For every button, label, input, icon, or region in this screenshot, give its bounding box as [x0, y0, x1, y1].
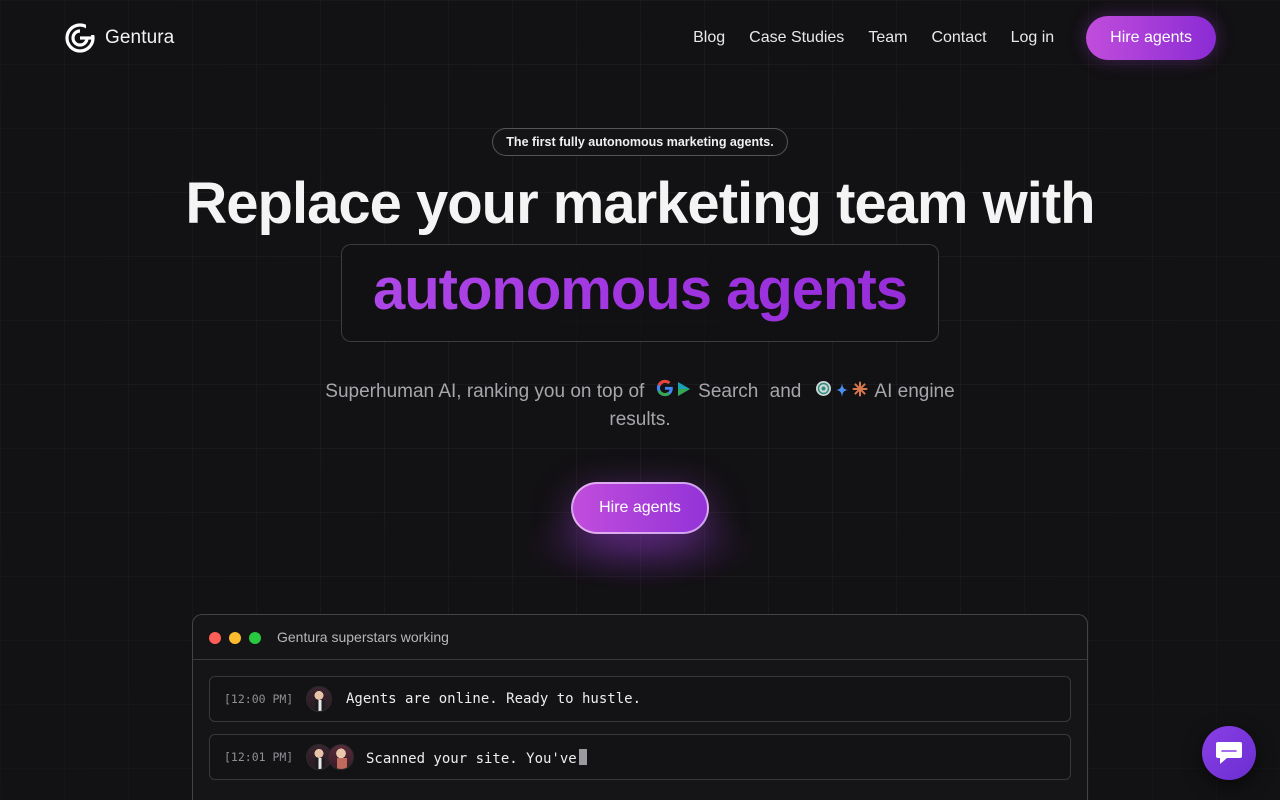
- log-message: Agents are online. Ready to hustle.: [346, 691, 642, 707]
- hero-hire-agents-button[interactable]: Hire agents: [571, 482, 709, 534]
- agent-terminal: Gentura superstars working [12:00 PM] Ag…: [192, 614, 1088, 800]
- subline-ai-engine: AI engine: [874, 381, 955, 403]
- agent-avatar: [306, 686, 332, 712]
- log-message: Scanned your site. You've: [366, 749, 587, 767]
- terminal-title: Gentura superstars working: [277, 629, 449, 645]
- announcement-pill: The first fully autonomous marketing age…: [492, 128, 788, 156]
- log-timestamp: [12:01 PM]: [224, 750, 294, 764]
- subline-search: Search: [698, 381, 759, 403]
- chat-bubble-icon: [1216, 742, 1242, 764]
- brand-name: Gentura: [105, 27, 175, 48]
- nav-link-contact[interactable]: Contact: [931, 16, 986, 60]
- terminal-header: Gentura superstars working: [193, 615, 1087, 660]
- gentura-g-logo-icon: [65, 23, 96, 53]
- subline-suffix: results.: [609, 409, 671, 430]
- subline-and: and: [769, 381, 802, 403]
- window-close-dot: [209, 632, 221, 644]
- window-minimize-dot: [229, 632, 241, 644]
- hero-headline: Replace your marketing team with: [185, 171, 1095, 236]
- log-timestamp: [12:00 PM]: [224, 692, 294, 706]
- typing-cursor: [578, 749, 587, 765]
- nav-link-case-studies[interactable]: Case Studies: [749, 16, 844, 60]
- log-row: [12:01 PM] Scanned your site. You've: [209, 734, 1071, 780]
- log-message-text: Scanned your site. You've: [366, 751, 577, 767]
- top-nav: Gentura Blog Case Studies Team Contact L…: [0, 0, 1280, 76]
- subline-prefix: Superhuman AI, ranking you on top of: [325, 381, 645, 403]
- agent-avatar: [328, 744, 354, 770]
- window-maximize-dot: [249, 632, 261, 644]
- chat-launcher-button[interactable]: [1202, 726, 1256, 780]
- nav-hire-agents-button[interactable]: Hire agents: [1086, 16, 1216, 60]
- log-row: [12:00 PM] Agents are online. Ready to h…: [209, 676, 1071, 722]
- nav-link-login[interactable]: Log in: [1011, 16, 1055, 60]
- nav-link-blog[interactable]: Blog: [693, 16, 725, 60]
- brand[interactable]: Gentura: [64, 22, 174, 54]
- nav-links: Blog Case Studies Team Contact Log in Hi…: [693, 16, 1216, 60]
- hero-highlight: autonomous agents: [0, 256, 1280, 323]
- nav-link-team[interactable]: Team: [868, 16, 907, 60]
